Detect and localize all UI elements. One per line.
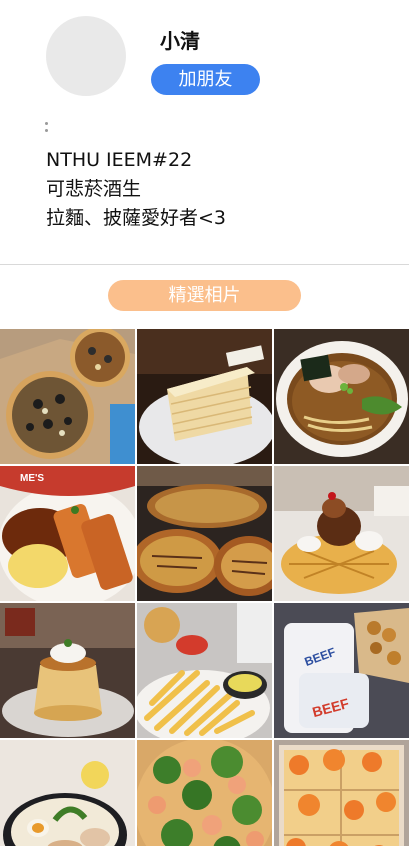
divider: [0, 264, 409, 265]
tab-featured-photos[interactable]: 精選相片: [108, 280, 301, 311]
photo-ramen-bowl[interactable]: [274, 329, 409, 464]
photo-okonomiyaki[interactable]: [137, 466, 272, 601]
profile-name: 小清: [160, 29, 200, 53]
photo-pudding[interactable]: [0, 603, 135, 738]
photo-curry-katsu[interactable]: ME'S: [0, 466, 135, 601]
profile-header: 小清 加朋友: [0, 0, 409, 112]
photo-pizzas-in-boxes[interactable]: [0, 329, 135, 464]
photo-grid: ME'S BEEF BEEF: [0, 329, 409, 846]
photo-fries-and-fried-chicken[interactable]: [137, 603, 272, 738]
profile-bio: NTHU IEEM#22 可悲菸酒生 拉麵、披薩愛好者<3: [46, 146, 226, 233]
photo-ice-cream-waffle[interactable]: [274, 466, 409, 601]
svg-text:ME'S: ME'S: [20, 473, 44, 484]
bio-line: NTHU IEEM#22: [46, 149, 193, 171]
bio-line: 可悲菸酒生: [46, 178, 142, 200]
bio-line: 拉麵、披薩愛好者<3: [46, 207, 227, 229]
photo-ramen-with-egg[interactable]: [0, 740, 135, 846]
more-options-icon[interactable]: [45, 122, 51, 136]
photo-mille-crepe-cake[interactable]: [137, 329, 272, 464]
photo-fried-food-in-paper-bags[interactable]: BEEF BEEF: [274, 603, 409, 738]
photo-salad-pizza[interactable]: [137, 740, 272, 846]
photo-shrimp-pizza[interactable]: [274, 740, 409, 846]
add-friend-button[interactable]: 加朋友: [151, 64, 260, 95]
avatar[interactable]: [46, 16, 126, 96]
